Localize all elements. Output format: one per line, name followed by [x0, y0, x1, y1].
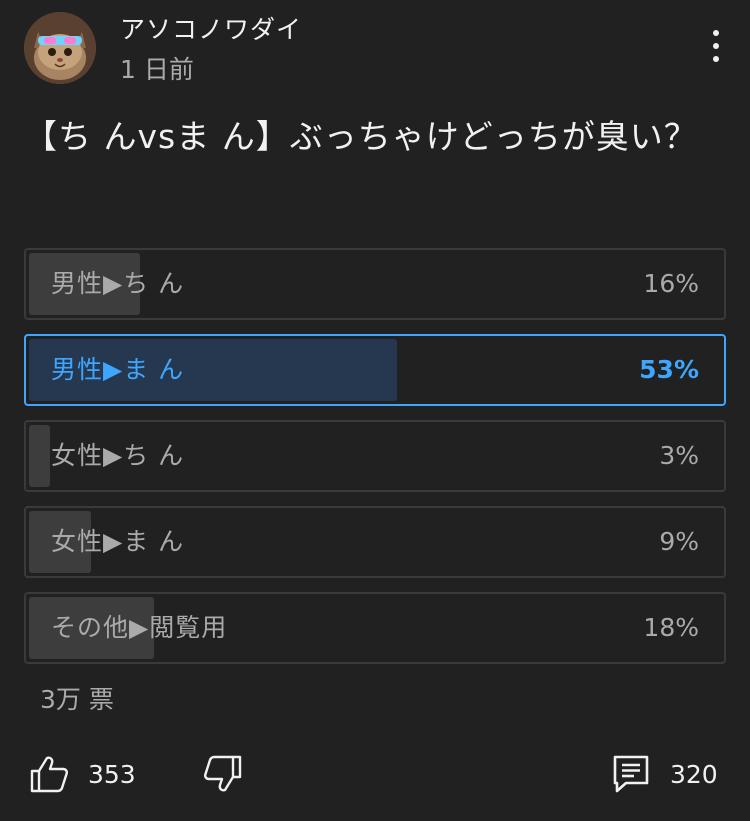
- like-count: 353: [88, 760, 136, 789]
- poll-option-percent: 53%: [639, 355, 699, 384]
- more-vert-icon: [713, 30, 719, 36]
- poll-option[interactable]: 男性▶ち ん 16%: [24, 248, 726, 320]
- poll-option-bar: [29, 425, 50, 487]
- comment-icon[interactable]: [612, 754, 650, 794]
- poll-option-label: 女性▶ち ん: [51, 441, 185, 470]
- poll-option-label: その他▶閲覧用: [51, 613, 228, 642]
- post-question: 【ち んvsま ん】ぶっちゃけどっちが臭い？: [24, 117, 698, 156]
- poll-option-percent: 16%: [643, 269, 699, 298]
- comment-count: 320: [670, 760, 718, 789]
- cat-avatar-image: [24, 12, 96, 84]
- action-bar: 353 320: [28, 750, 720, 802]
- poll-option-label: 女性▶ま ん: [51, 527, 185, 556]
- thumbs-down-icon[interactable]: [202, 754, 244, 794]
- poll-option[interactable]: 男性▶ま ん 53%: [24, 334, 726, 406]
- poll-option-percent: 3%: [659, 441, 699, 470]
- thumbs-up-icon[interactable]: [28, 754, 70, 794]
- channel-name[interactable]: アソコノワダイ: [120, 10, 302, 46]
- poll-option-label: 男性▶ち ん: [51, 269, 185, 298]
- poll-option[interactable]: 女性▶ち ん 3%: [24, 420, 726, 492]
- poll-option-percent: 18%: [643, 613, 699, 642]
- vote-count: 3万 票: [40, 685, 114, 714]
- poll-option-percent: 9%: [659, 527, 699, 556]
- poll-options: 男性▶ち ん 16% 男性▶ま ん 53% 女性▶ち ん 3% 女性▶ま ん 9% その他▶閲覧…: [24, 248, 726, 678]
- community-post: アソコノワダイ 1 日前 【ち んvsま ん】ぶっちゃけどっちが臭い？ 男性▶ち…: [0, 0, 750, 821]
- poll-option[interactable]: その他▶閲覧用 18%: [24, 592, 726, 664]
- post-time: 1 日前: [120, 55, 194, 84]
- avatar[interactable]: [24, 12, 96, 84]
- post-header: アソコノワダイ 1 日前: [24, 10, 726, 86]
- poll-option[interactable]: 女性▶ま ん 9%: [24, 506, 726, 578]
- poll-option-label: 男性▶ま ん: [51, 355, 185, 384]
- more-options-button[interactable]: [698, 24, 734, 68]
